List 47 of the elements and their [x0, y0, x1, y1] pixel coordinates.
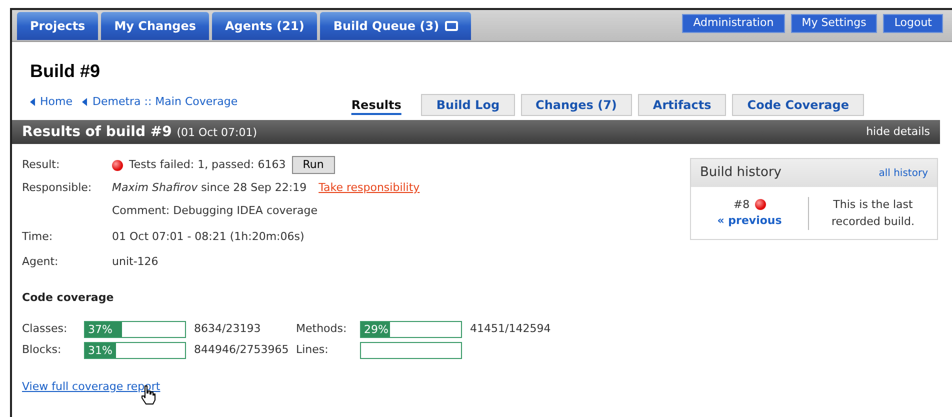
left-triangle-icon	[30, 98, 35, 106]
metric-label: Blocks:	[22, 342, 62, 358]
nav-tab[interactable]: My Changes	[101, 12, 210, 40]
all-history-link[interactable]: all history	[878, 166, 928, 180]
nav-tab[interactable]: Projects	[17, 12, 98, 40]
coverage-percent: 31%	[87, 344, 112, 356]
breadcrumb-link[interactable]: Demetra :: Main Coverage	[82, 94, 238, 110]
nav-button[interactable]: Administration	[682, 14, 785, 33]
left-triangle-icon	[82, 98, 88, 106]
agent-value: unit-126	[112, 254, 160, 270]
build-number: #8	[733, 196, 750, 212]
results-title: Results of build #9 (01 Oct 07:01)	[22, 122, 257, 142]
breadcrumb-link[interactable]: Home	[30, 94, 72, 110]
window-icon	[445, 21, 458, 31]
metric-label: Classes:	[22, 320, 68, 337]
metric-label: Lines:	[296, 342, 330, 358]
page-tab[interactable]: Artifacts	[638, 94, 726, 116]
field-label: Agent:	[22, 254, 60, 270]
metric-count: 844946/2753965	[193, 342, 290, 358]
nav-button[interactable]: My Settings	[790, 14, 878, 33]
page-tab[interactable]: Code Coverage	[732, 94, 864, 116]
comment-text: Comment: Debugging IDEA coverage	[112, 202, 319, 218]
page-tab[interactable]: Build Log	[421, 94, 515, 116]
responsible-text: Maxim Shafirov since 28 Sep 22:19	[112, 180, 307, 196]
take-responsibility-link[interactable]: Take responsibility	[318, 180, 420, 196]
page-title: Build #9	[30, 60, 102, 82]
coverage-percent: 29%	[363, 322, 388, 336]
panel-title: Build history	[700, 164, 782, 182]
nav-button[interactable]: Logout	[883, 14, 943, 33]
metric-label: Methods:	[296, 320, 348, 337]
field-label: Time:	[22, 229, 54, 245]
page-tab[interactable]: Results	[337, 94, 416, 116]
coverage-percent: 37%	[87, 322, 112, 336]
nav-tab[interactable]: Build Queue (3)	[320, 12, 472, 40]
section-title: Code coverage	[22, 290, 115, 306]
run-button[interactable]: Run	[292, 156, 335, 174]
page-tab[interactable]: Changes (7)	[520, 94, 632, 116]
nav-tab[interactable]: Agents (21)	[212, 12, 318, 40]
previous-link[interactable]: « previous	[717, 213, 782, 230]
metric-count: 41451/142594	[469, 320, 551, 337]
result-text: Tests failed: 1, passed: 6163	[129, 156, 286, 173]
hide-details-link[interactable]: hide details	[866, 124, 930, 140]
time-value: 01 Oct 07:01 - 08:21 (1h:20m:06s)	[112, 229, 306, 245]
field-label: Responsible:	[22, 180, 93, 196]
last-build-note: This is the last recorded build.	[830, 197, 916, 230]
field-label: Result:	[22, 157, 61, 173]
metric-count: 8634/23193	[193, 320, 262, 337]
